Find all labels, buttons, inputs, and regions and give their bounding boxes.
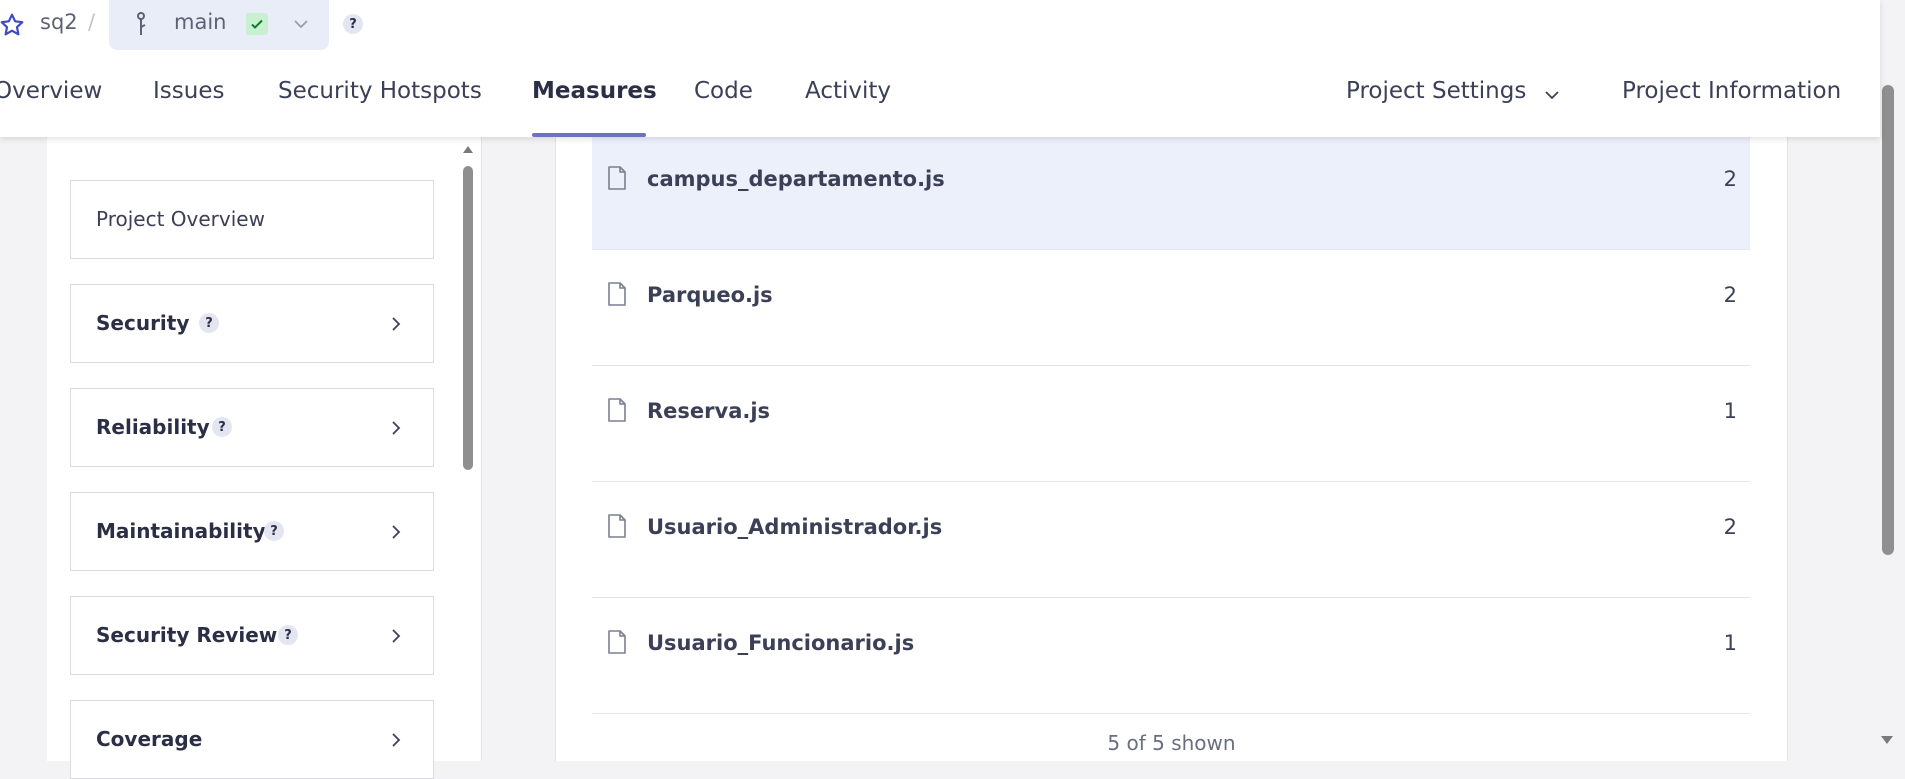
file-row[interactable]: Reserva.js 1 — [592, 366, 1750, 482]
help-icon[interactable]: ? — [212, 417, 232, 437]
file-icon — [608, 630, 626, 654]
sidebar-scrollbar-thumb[interactable] — [463, 166, 473, 470]
chevron-down-icon[interactable] — [1543, 86, 1561, 104]
help-icon[interactable]: ? — [264, 521, 284, 541]
branch-selector[interactable]: main — [109, 0, 329, 50]
check-icon — [251, 19, 263, 29]
project-header: sq2 / main ? Overview Issues Security Ho… — [0, 0, 1880, 137]
file-icon — [608, 282, 626, 306]
sidebar-item-maintainability[interactable]: Maintainability ? — [70, 492, 434, 571]
branch-help-icon[interactable]: ? — [343, 14, 363, 34]
chevron-right-icon — [392, 629, 401, 643]
file-measure-value: 1 — [1723, 631, 1737, 655]
help-icon[interactable]: ? — [278, 625, 298, 645]
file-row[interactable]: Usuario_Funcionario.js 1 — [592, 598, 1750, 714]
file-icon — [608, 514, 626, 538]
sidebar-item-security[interactable]: Security ? — [70, 284, 434, 363]
project-navigation: Overview Issues Security Hotspots Measur… — [0, 62, 1880, 137]
file-name-link[interactable]: Reserva.js — [647, 399, 770, 423]
tab-security-hotspots[interactable]: Security Hotspots — [278, 78, 482, 104]
scroll-up-arrow-icon[interactable] — [462, 144, 474, 154]
chevron-right-icon — [392, 421, 401, 435]
file-name-link[interactable]: Usuario_Funcionario.js — [647, 631, 914, 655]
active-tab-indicator — [532, 133, 646, 137]
file-measure-value: 2 — [1723, 515, 1737, 539]
sidebar-item-label: Security Review — [96, 623, 278, 647]
sidebar-item-label: Maintainability — [96, 519, 266, 543]
project-information-link[interactable]: Project Information — [1622, 78, 1841, 104]
sidebar-item-reliability[interactable]: Reliability ? — [70, 388, 434, 467]
help-icon[interactable]: ? — [199, 313, 219, 333]
sidebar-item-coverage[interactable]: Coverage — [70, 700, 434, 779]
file-icon — [608, 166, 626, 190]
branch-name: main — [174, 10, 227, 34]
tab-issues[interactable]: Issues — [153, 78, 224, 104]
chevron-down-icon[interactable] — [292, 15, 310, 33]
file-measure-value: 2 — [1723, 283, 1737, 307]
sidebar-item-security-review[interactable]: Security Review ? — [70, 596, 434, 675]
project-name-link[interactable]: sq2 — [40, 10, 78, 34]
sidebar-item-label: Security — [96, 311, 190, 335]
sidebar-item-label: Reliability — [96, 415, 210, 439]
measures-file-list: campus_departamento.js 2 Parqueo.js 2 Re… — [555, 134, 1788, 761]
window-scrollbar-thumb[interactable] — [1882, 85, 1894, 555]
file-measure-value: 1 — [1723, 399, 1737, 423]
tab-code[interactable]: Code — [694, 78, 753, 104]
file-measure-value: 2 — [1723, 167, 1737, 191]
sidebar-item-label: Project Overview — [96, 207, 265, 231]
sidebar-item-project-overview[interactable]: Project Overview — [70, 180, 434, 259]
file-icon — [608, 398, 626, 422]
measures-sidebar: Project Overview Security ? Reliability … — [47, 137, 482, 779]
tab-measures[interactable]: Measures — [532, 78, 657, 104]
file-row[interactable]: Usuario_Administrador.js 2 — [592, 482, 1750, 598]
tab-activity[interactable]: Activity — [805, 78, 891, 104]
chevron-right-icon — [392, 317, 401, 331]
breadcrumb-separator: / — [88, 10, 96, 34]
scroll-down-arrow-icon[interactable] — [1880, 734, 1894, 746]
tab-overview[interactable]: Overview — [0, 78, 102, 104]
chevron-right-icon — [392, 525, 401, 539]
file-name-link[interactable]: Usuario_Administrador.js — [647, 515, 942, 539]
star-icon[interactable] — [0, 12, 25, 38]
file-name-link[interactable]: Parqueo.js — [647, 283, 773, 307]
branch-icon — [137, 12, 146, 35]
file-name-link[interactable]: campus_departamento.js — [647, 167, 945, 191]
sidebar-item-label: Coverage — [96, 727, 203, 751]
file-row[interactable]: campus_departamento.js 2 — [592, 134, 1750, 250]
quality-gate-passed-badge — [246, 13, 268, 35]
file-row[interactable]: Parqueo.js 2 — [592, 250, 1750, 366]
chevron-right-icon — [392, 733, 401, 747]
project-settings-menu[interactable]: Project Settings — [1346, 78, 1526, 104]
shown-count: 5 of 5 shown — [1107, 731, 1236, 755]
